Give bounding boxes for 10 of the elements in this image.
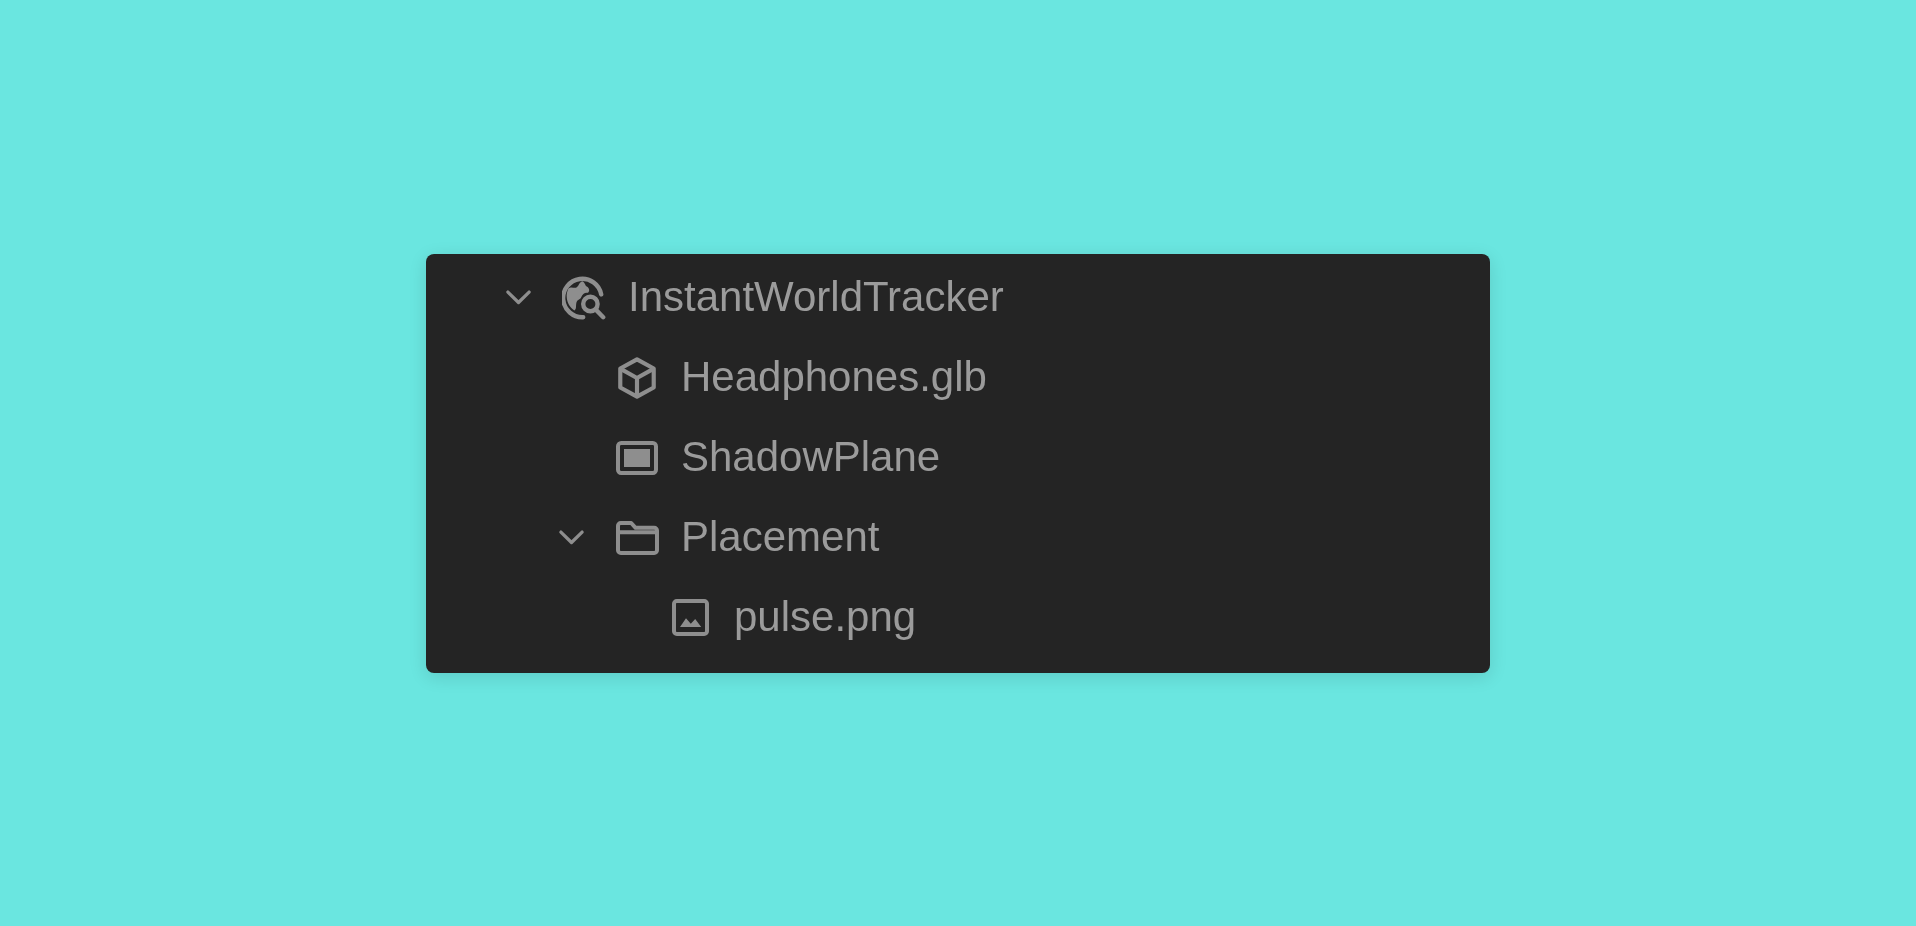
tree-item[interactable]: InstantWorldTracker	[628, 273, 1004, 322]
globe-search-icon	[562, 275, 606, 320]
tree-item[interactable]: pulse.png	[734, 593, 917, 642]
tree-item[interactable]: Placement	[681, 513, 880, 562]
rectangle-icon	[616, 440, 658, 475]
cube-icon	[618, 356, 656, 399]
image-icon	[671, 599, 709, 636]
folder-icon	[615, 520, 659, 555]
tree-item[interactable]: Headphones.glb	[681, 353, 987, 402]
tree-item[interactable]: ShadowPlane	[681, 433, 941, 482]
